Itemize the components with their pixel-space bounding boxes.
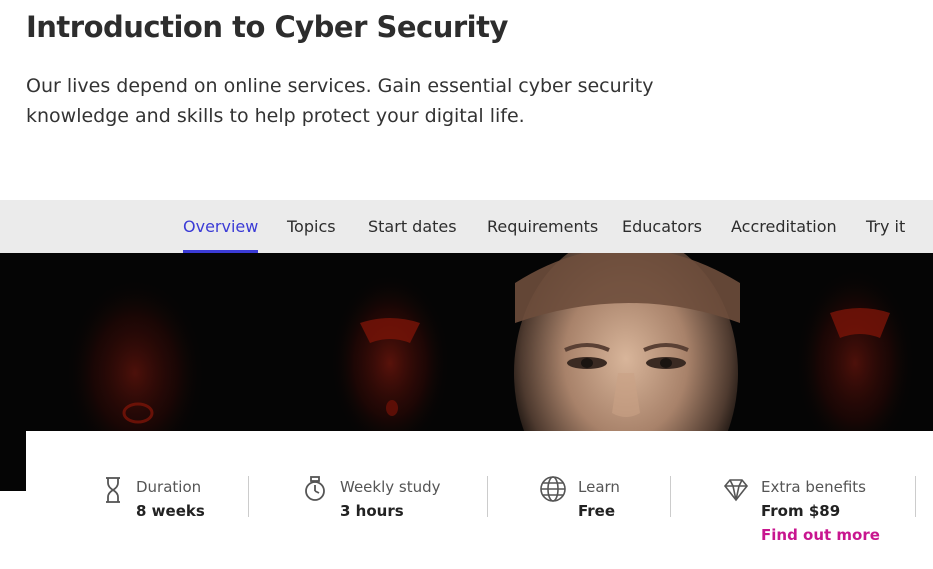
tab-topics[interactable]: Topics <box>287 200 336 253</box>
find-out-more-link[interactable]: Find out more <box>761 526 880 544</box>
stat-weekly-study: Weekly study 3 hours <box>304 476 474 546</box>
tab-overview[interactable]: Overview <box>183 200 259 253</box>
duration-value: 8 weeks <box>136 502 205 520</box>
weekly-study-value: 3 hours <box>340 502 404 520</box>
duration-label: Duration <box>136 478 202 496</box>
stat-divider <box>915 476 916 517</box>
hourglass-icon <box>102 476 128 504</box>
globe-icon <box>540 476 566 504</box>
weekly-study-label: Weekly study <box>340 478 441 496</box>
stat-duration: Duration 8 weeks <box>102 476 242 546</box>
diamond-icon <box>723 476 749 504</box>
tab-accreditation[interactable]: Accreditation <box>731 200 837 253</box>
course-stats-card: Duration 8 weeks Weekly study 3 hours Le… <box>26 431 933 569</box>
tab-educators[interactable]: Educators <box>622 200 702 253</box>
tab-start-dates[interactable]: Start dates <box>368 200 457 253</box>
stat-divider <box>487 476 488 517</box>
extra-benefits-value: From $89 <box>761 502 841 520</box>
learn-value: Free <box>578 502 616 520</box>
course-title: Introduction to Cyber Security <box>26 10 508 44</box>
course-tab-bar: Overview Topics Start dates Requirements… <box>0 200 933 253</box>
tab-try-it[interactable]: Try it <box>866 200 905 253</box>
learn-label: Learn <box>578 478 620 496</box>
stopwatch-icon <box>304 476 330 504</box>
extra-benefits-label: Extra benefits <box>761 478 866 496</box>
stat-divider <box>670 476 671 517</box>
course-description: Our lives depend on online services. Gai… <box>26 75 654 127</box>
tab-requirements[interactable]: Requirements <box>487 200 598 253</box>
stat-learn: Learn Free <box>540 476 660 546</box>
stat-divider <box>248 476 249 517</box>
stat-extra-benefits: Extra benefits From $89 Find out more <box>723 476 893 546</box>
